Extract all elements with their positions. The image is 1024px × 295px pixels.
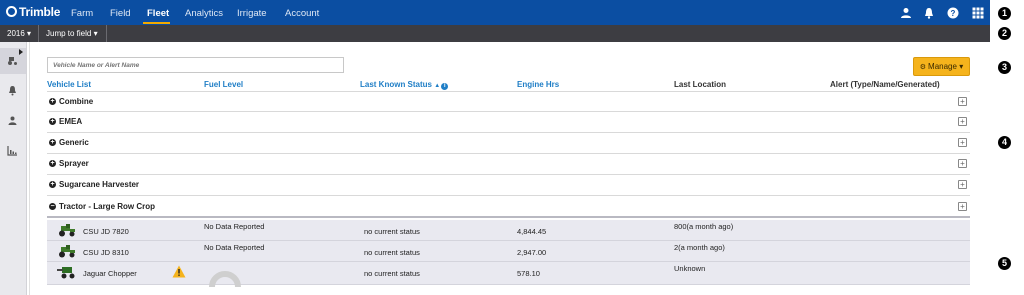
- info-icon[interactable]: i: [441, 83, 449, 90]
- gear-icon: ⚙: [919, 64, 927, 71]
- engine-hrs: 4,844.45: [517, 227, 547, 236]
- group-name: Sprayer: [59, 159, 89, 168]
- apps-grid-icon[interactable]: [972, 7, 984, 19]
- engine-hrs: 578.10: [517, 269, 540, 278]
- vehicle-name[interactable]: CSU JD 7820: [83, 227, 129, 236]
- expand-plus-icon[interactable]: +: [49, 160, 56, 167]
- col-last-known-status[interactable]: Last Known Status ▲ i: [360, 80, 449, 90]
- nav-account[interactable]: Account: [285, 8, 319, 19]
- group-name: Sugarcane Harvester: [59, 180, 140, 189]
- active-nav-indicator: [143, 22, 170, 24]
- svg-text:?: ?: [951, 9, 956, 18]
- subbar-divider: [106, 25, 107, 42]
- fuel-level: No Data Reported: [204, 243, 265, 252]
- vehicle-row[interactable]: CSU JD 8310 No Data Reported no current …: [47, 241, 970, 262]
- tractor-icon: [59, 245, 75, 258]
- callout-2: 2: [998, 27, 1011, 40]
- collapse-minus-icon[interactable]: −: [49, 203, 56, 210]
- tractor-icon: [59, 224, 75, 237]
- trimble-logo[interactable]: Trimble: [6, 5, 60, 19]
- expand-box-icon[interactable]: +: [958, 117, 967, 126]
- last-location[interactable]: 800(a month ago): [674, 222, 733, 231]
- person-icon[interactable]: [7, 115, 18, 126]
- nav-farm[interactable]: Farm: [71, 8, 93, 19]
- nav-fleet[interactable]: Fleet: [147, 8, 169, 19]
- bell-icon[interactable]: [923, 7, 935, 19]
- last-known-status: no current status: [364, 248, 420, 257]
- top-nav-bar: Trimble Farm Field Fleet Analytics Irrig…: [0, 0, 990, 25]
- last-location[interactable]: Unknown: [674, 264, 705, 273]
- sort-up-icon: ▲: [434, 83, 441, 89]
- group-name: EMEA: [59, 117, 83, 126]
- tractor-icon[interactable]: [7, 55, 18, 66]
- fuel-level: No Data Reported: [204, 222, 265, 231]
- group-name: Combine: [59, 97, 94, 106]
- subbar-divider: [38, 25, 39, 42]
- expand-box-icon[interactable]: +: [958, 180, 967, 189]
- last-location[interactable]: 2(a month ago): [674, 243, 725, 252]
- nav-analytics[interactable]: Analytics: [185, 8, 223, 19]
- callout-5: 5: [998, 257, 1011, 270]
- col-vehicle-list[interactable]: Vehicle List: [47, 80, 91, 89]
- year-dropdown[interactable]: 2016 ▾: [7, 29, 31, 38]
- last-known-status: no current status: [364, 269, 420, 278]
- group-name: Generic: [59, 138, 89, 147]
- group-row-generic[interactable]: + Generic +: [47, 133, 970, 154]
- expand-plus-icon[interactable]: +: [49, 139, 56, 146]
- sub-toolbar: 2016 ▾ Jump to field ▾: [0, 25, 990, 42]
- user-icon[interactable]: [900, 7, 912, 19]
- last-known-status: no current status: [364, 227, 420, 236]
- group-row-emea[interactable]: + EMEA +: [47, 112, 970, 133]
- sidebar-expand-arrow-icon[interactable]: [19, 49, 23, 55]
- expand-box-icon[interactable]: +: [958, 138, 967, 147]
- col-engine-hrs[interactable]: Engine Hrs: [517, 80, 559, 89]
- expand-box-icon[interactable]: +: [958, 97, 967, 106]
- callout-4: 4: [998, 136, 1011, 149]
- left-sidebar: [0, 42, 27, 295]
- warning-icon[interactable]: [172, 265, 186, 278]
- chart-icon[interactable]: [7, 145, 18, 156]
- callout-3: 3: [998, 61, 1011, 74]
- group-row-sprayer[interactable]: + Sprayer +: [47, 154, 970, 175]
- fuel-gauge-icon: [209, 271, 241, 287]
- group-row-sugarcane-harvester[interactable]: + Sugarcane Harvester +: [47, 175, 970, 196]
- expand-plus-icon[interactable]: +: [49, 118, 56, 125]
- col-alert: Alert (Type/Name/Generated): [830, 80, 940, 89]
- col-last-location: Last Location: [674, 80, 727, 89]
- vehicle-name[interactable]: CSU JD 8310: [83, 248, 129, 257]
- nav-irrigate[interactable]: Irrigate: [237, 8, 267, 19]
- forage-harvester-icon: [57, 267, 75, 279]
- jump-to-field-dropdown[interactable]: Jump to field ▾: [46, 29, 98, 38]
- col-fuel-level[interactable]: Fuel Level: [204, 80, 243, 89]
- search-input[interactable]: [47, 57, 344, 73]
- expand-plus-icon[interactable]: +: [49, 98, 56, 105]
- vehicle-name[interactable]: Jaguar Chopper: [83, 269, 137, 278]
- nav-field[interactable]: Field: [110, 8, 131, 19]
- expand-box-icon[interactable]: +: [958, 202, 967, 211]
- help-icon[interactable]: ?: [947, 7, 959, 19]
- engine-hrs: 2,947.00: [517, 248, 547, 257]
- group-row-tractor-large-row-crop[interactable]: − Tractor - Large Row Crop +: [47, 197, 970, 218]
- group-name: Tractor - Large Row Crop: [59, 202, 156, 211]
- app-root: Trimble Farm Field Fleet Analytics Irrig…: [0, 0, 1024, 295]
- vehicle-row[interactable]: CSU JD 7820 No Data Reported no current …: [47, 220, 970, 241]
- expand-plus-icon[interactable]: +: [49, 181, 56, 188]
- group-row-combine[interactable]: + Combine +: [47, 91, 970, 112]
- bell-icon[interactable]: [7, 85, 18, 96]
- manage-button[interactable]: ⚙ Manage ▾: [913, 57, 970, 76]
- vehicle-row[interactable]: Jaguar Chopper no current status 578.10 …: [47, 262, 970, 287]
- callout-1: 1: [998, 7, 1011, 20]
- expand-box-icon[interactable]: +: [958, 159, 967, 168]
